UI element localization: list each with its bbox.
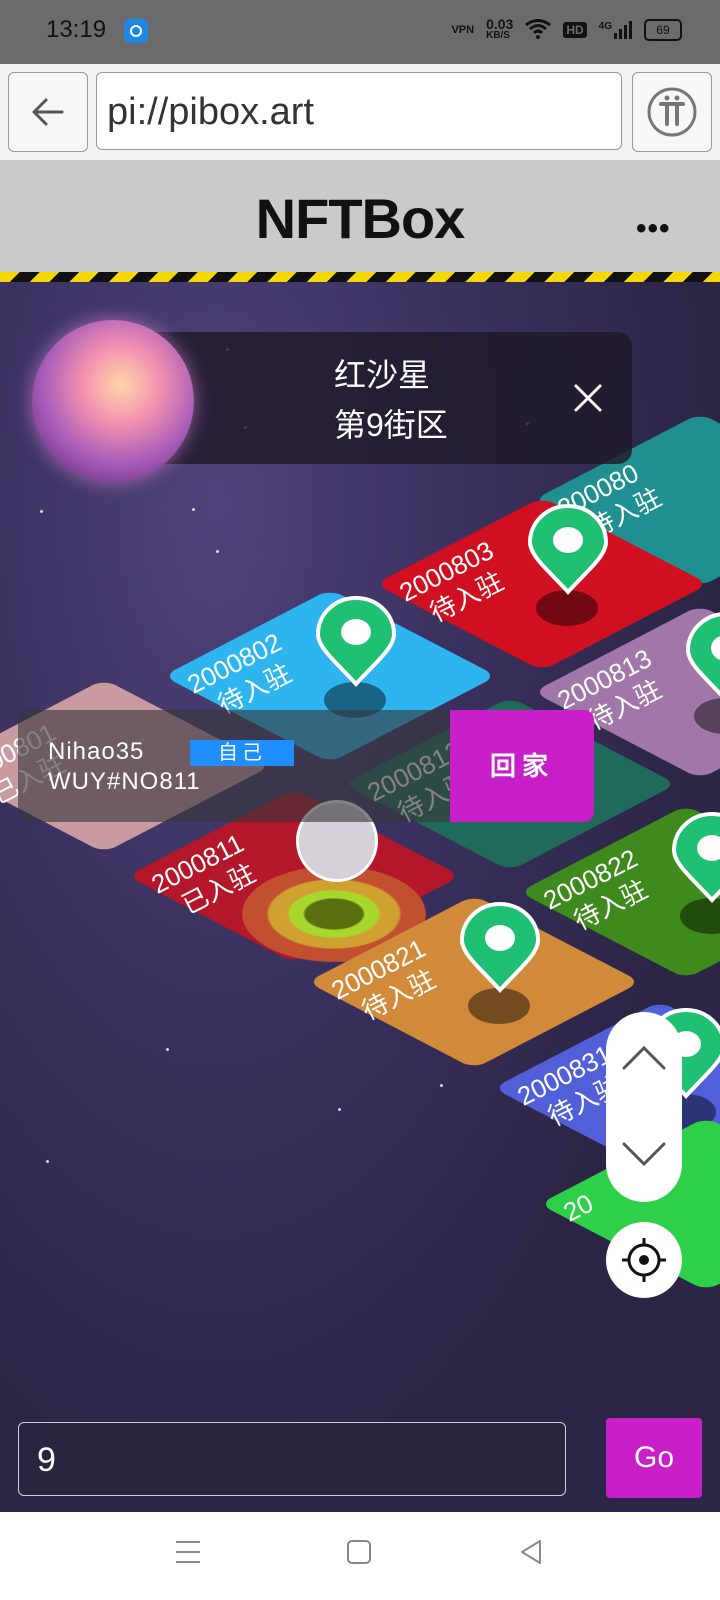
go-button[interactable]: Go bbox=[606, 1418, 702, 1498]
back-button[interactable] bbox=[8, 72, 88, 152]
star bbox=[216, 550, 219, 553]
star bbox=[40, 510, 43, 513]
page-title: NFTBox bbox=[255, 187, 466, 250]
status-icons: VPN 0.03 KB/S HD 4G 69 bbox=[451, 16, 682, 42]
planet-name: 红沙星 bbox=[334, 357, 431, 393]
location-pin-icon[interactable] bbox=[526, 504, 610, 596]
back-nav-icon[interactable] bbox=[518, 1538, 544, 1566]
hd-icon: HD bbox=[563, 22, 587, 38]
wifi-icon bbox=[525, 18, 552, 42]
star bbox=[440, 1084, 443, 1087]
pi-logo-icon bbox=[647, 87, 697, 137]
user-name: Nihao35 bbox=[48, 738, 145, 765]
user-location-bar: Nihao35 自己 WUY#NO811 回家 bbox=[18, 710, 594, 822]
user-plot-id: WUY#NO811 bbox=[48, 768, 201, 795]
home-button[interactable]: 回家 bbox=[450, 710, 594, 822]
location-pin-icon[interactable] bbox=[670, 812, 720, 904]
hazard-stripe-divider bbox=[0, 272, 720, 282]
url-field[interactable]: pi://pibox.art bbox=[96, 72, 622, 150]
network-speed: 0.03 KB/S bbox=[486, 16, 514, 42]
status-time: 13:19 bbox=[46, 16, 107, 43]
status-bar: 13:19 VPN 0.03 KB/S HD 4G 69 bbox=[0, 0, 720, 64]
signal-icon: 4G bbox=[599, 21, 632, 39]
pi-wallet-button[interactable] bbox=[632, 72, 712, 152]
more-menu-icon[interactable]: ••• bbox=[636, 212, 671, 246]
crosshair-icon bbox=[622, 1238, 666, 1282]
planet-district: 第9街区 bbox=[334, 407, 448, 443]
home-nav-icon[interactable] bbox=[346, 1538, 372, 1566]
locate-button[interactable] bbox=[606, 1222, 682, 1298]
star bbox=[338, 1108, 341, 1111]
close-icon[interactable] bbox=[572, 382, 604, 414]
app-header: NFTBox ••• bbox=[0, 160, 720, 274]
planet-avatar bbox=[32, 320, 194, 482]
network-speed-value: 0.03 bbox=[486, 16, 514, 32]
planet-info-card: 红沙星 第9街区 bbox=[140, 332, 632, 464]
network-speed-unit: KB/S bbox=[486, 30, 510, 41]
network-type: 4G bbox=[598, 21, 612, 32]
location-pin-icon[interactable] bbox=[314, 596, 398, 688]
battery-icon: 69 bbox=[644, 19, 682, 41]
city-map[interactable]: 200080 待入驻 2000803 待入驻 2000802 待入驻 2000813 待入驻 2… bbox=[0, 282, 720, 1512]
arrow-left-icon bbox=[32, 98, 64, 126]
location-pin-icon[interactable] bbox=[684, 612, 720, 704]
star bbox=[46, 1160, 49, 1163]
system-nav-bar bbox=[0, 1512, 720, 1600]
star bbox=[192, 508, 195, 511]
browser-bar: pi://pibox.art bbox=[0, 64, 720, 161]
scroll-control bbox=[606, 1012, 682, 1202]
menu-icon[interactable] bbox=[174, 1538, 202, 1566]
chevron-down-icon[interactable] bbox=[620, 1140, 668, 1168]
app-notification-icon bbox=[124, 19, 148, 43]
vpn-icon: VPN bbox=[451, 24, 475, 36]
self-badge: 自己 bbox=[190, 740, 294, 766]
chevron-up-icon[interactable] bbox=[620, 1044, 668, 1072]
location-pin-icon[interactable] bbox=[458, 902, 542, 994]
star bbox=[166, 1048, 169, 1051]
district-input[interactable]: 9 bbox=[18, 1422, 566, 1496]
